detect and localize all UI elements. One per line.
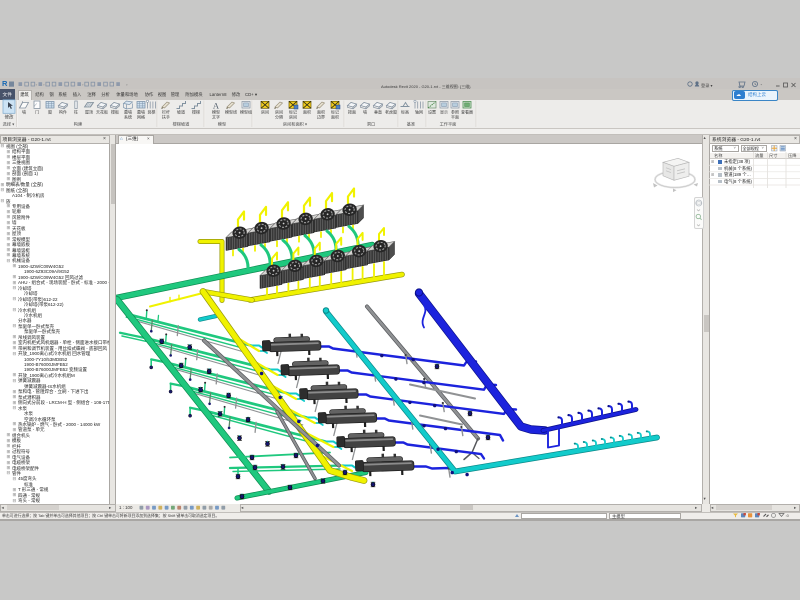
svg-text:基准: 基准 xyxy=(407,121,415,128)
svg-text:修改: 修改 xyxy=(5,114,14,121)
svg-text:房间和面积 ▾: 房间和面积 ▾ xyxy=(283,121,307,128)
svg-text:构建: 构建 xyxy=(74,121,83,128)
svg-text:房间: 房间 xyxy=(289,113,297,119)
svg-text:天花板: 天花板 xyxy=(96,109,108,115)
svg-text:面积: 面积 xyxy=(331,113,339,119)
svg-text:平面: 平面 xyxy=(451,114,459,119)
svg-text:门: 门 xyxy=(35,109,39,115)
svg-text:工作平面: 工作平面 xyxy=(440,121,457,128)
svg-text:文字: 文字 xyxy=(212,113,220,119)
svg-text:坡道: 坡道 xyxy=(177,109,185,115)
svg-text::0: :0 xyxy=(786,513,790,518)
svg-text:垂直: 垂直 xyxy=(374,109,382,115)
svg-text:墙: 墙 xyxy=(22,109,26,115)
svg-text:房间: 房间 xyxy=(261,109,269,115)
svg-text:设置: 设置 xyxy=(428,109,436,115)
svg-text:老虎窗: 老虎窗 xyxy=(385,109,397,115)
svg-text:按面: 按面 xyxy=(348,109,356,115)
svg-text:扶手: 扶手 xyxy=(162,113,170,119)
svg-text:边界: 边界 xyxy=(317,113,325,119)
svg-text:楼梯: 楼梯 xyxy=(192,109,200,115)
svg-text:楼板: 楼板 xyxy=(111,109,119,115)
svg-text:模型: 模型 xyxy=(218,121,226,128)
svg-text:墙: 墙 xyxy=(363,109,367,115)
svg-text:面积: 面积 xyxy=(303,109,311,115)
svg-text:系统: 系统 xyxy=(124,113,132,119)
svg-text:网格: 网格 xyxy=(137,113,145,119)
svg-text:模型组: 模型组 xyxy=(240,109,252,115)
svg-text:查看器: 查看器 xyxy=(461,109,473,115)
svg-text:洞口: 洞口 xyxy=(367,121,375,127)
svg-text:竖梃: 竖梃 xyxy=(148,109,156,115)
svg-text:窗: 窗 xyxy=(48,109,52,115)
svg-text:分隔: 分隔 xyxy=(275,113,283,119)
svg-text:构件: 构件 xyxy=(59,109,67,115)
svg-text:选择 ▾: 选择 ▾ xyxy=(3,121,15,128)
svg-text:标高: 标高 xyxy=(401,109,409,115)
svg-text:显示: 显示 xyxy=(440,110,448,115)
svg-text:屋顶: 屋顶 xyxy=(85,109,93,115)
svg-text:模型线: 模型线 xyxy=(225,109,237,115)
svg-text:楼梯坡道: 楼梯坡道 xyxy=(173,121,191,128)
svg-text:柱: 柱 xyxy=(74,109,78,115)
svg-text:轴网: 轴网 xyxy=(415,109,423,115)
